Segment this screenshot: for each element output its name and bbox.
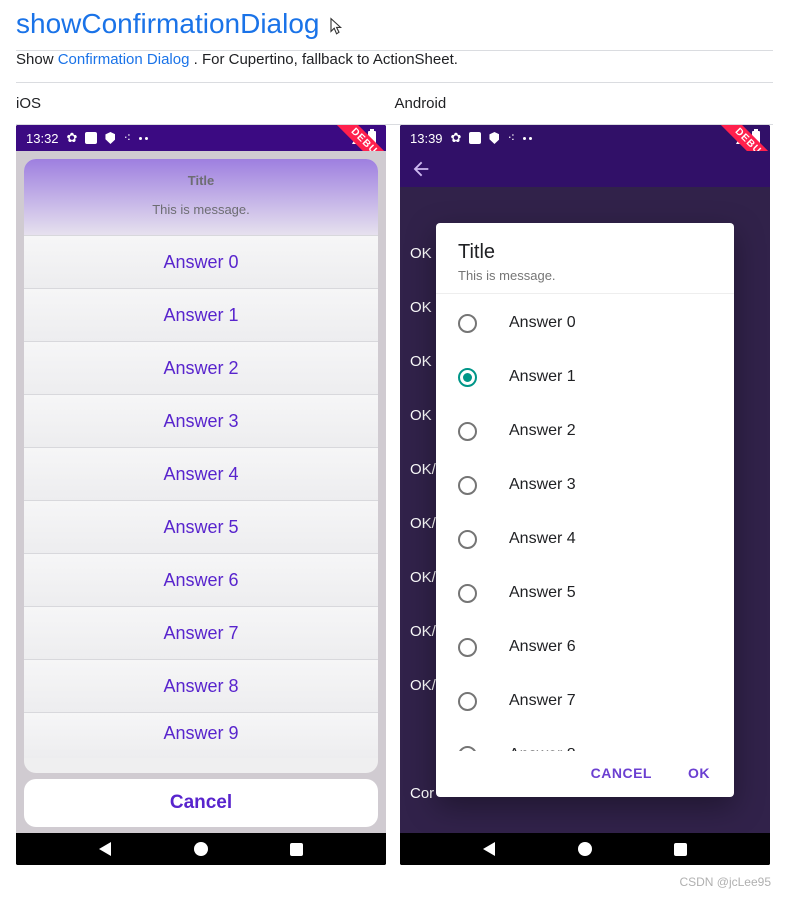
android-dialog-message: This is message. [458,268,712,283]
group-icon: ⁖ [507,130,515,146]
platform-android-label: Android [395,95,774,112]
android-answer-radio[interactable]: Answer 0 [436,296,734,350]
android-answer-list: Answer 0 Answer 1 Answer 2 Answer 3 Answ… [436,294,734,751]
android-status-bar: 13:39 ✿ ⁖ [400,125,770,151]
radio-icon [458,530,477,549]
nav-back-icon[interactable] [99,842,111,856]
ios-answer-button[interactable]: Answer 5 [24,500,378,553]
android-screenshot: 13:39 ✿ ⁖ DEBUG OK OK OK [400,125,770,865]
ios-sheet-message: This is message. [34,202,368,217]
android-answer-label: Answer 2 [509,422,576,440]
android-app-bar [400,151,770,187]
ios-answer-button[interactable]: Answer 3 [24,394,378,447]
title-text: showConfirmationDialog [16,8,319,39]
platform-ios-label: iOS [16,95,395,112]
radio-icon [458,422,477,441]
dots-icon [139,137,148,140]
android-answer-label: Answer 1 [509,368,576,386]
android-answer-radio[interactable]: Answer 4 [436,512,734,566]
gear-icon: ✿ [451,130,462,146]
cursor-icon [327,11,343,29]
square-icon [85,132,97,144]
android-scrim: OK OK OK OK OK/ OK/ OK/ OK/ OK/ o) Cor [400,187,770,833]
ios-answer-button[interactable]: Answer 9 [24,712,378,758]
android-answer-radio[interactable]: Answer 7 [436,674,734,728]
back-arrow-icon[interactable] [410,158,432,180]
desc-suffix: . For Cupertino, fallback to ActionSheet… [194,51,458,68]
radio-icon [458,584,477,603]
ios-screenshot: 13:32 ✿ ⁖ DEBUG Title This is message. A [16,125,386,865]
ios-sheet-title: Title [34,173,368,188]
square-icon [469,132,481,144]
ios-answer-button[interactable]: Answer 0 [24,235,378,288]
ios-answer-button[interactable]: Answer 6 [24,553,378,606]
nav-home-icon[interactable] [194,842,208,856]
nav-recents-icon[interactable] [290,843,303,856]
android-answer-label: Answer 5 [509,584,576,602]
radio-icon [458,746,477,752]
android-answer-radio[interactable]: Answer 3 [436,458,734,512]
android-answer-radio[interactable]: Answer 1 [436,350,734,404]
radio-icon [458,314,477,333]
nav-recents-icon[interactable] [674,843,687,856]
ios-status-bar: 13:32 ✿ ⁖ [16,125,386,151]
android-answer-label: Answer 7 [509,692,576,710]
watermark: CSDN @jcLee95 [0,871,789,899]
ios-action-sheet: Title This is message. Answer 0 Answer 1… [24,159,378,773]
android-time: 13:39 [410,131,443,146]
android-ok-button[interactable]: OK [688,765,710,781]
ios-answer-button[interactable]: Answer 4 [24,447,378,500]
shield-icon [105,132,115,144]
android-answer-radio[interactable]: Answer 2 [436,404,734,458]
ios-answer-button[interactable]: Answer 8 [24,659,378,712]
gear-icon: ✿ [67,130,78,146]
android-dialog: Title This is message. Answer 0 Answer 1… [436,223,734,797]
android-body: OK OK OK OK OK/ OK/ OK/ OK/ OK/ o) Cor [400,151,770,833]
nav-home-icon[interactable] [578,842,592,856]
android-dialog-title: Title [458,241,712,264]
ios-body: Title This is message. Answer 0 Answer 1… [16,151,386,833]
android-answer-label: Answer 3 [509,476,576,494]
ios-answer-button[interactable]: Answer 7 [24,606,378,659]
android-nav-bar [400,833,770,865]
dots-icon [523,137,532,140]
radio-icon [458,692,477,711]
ios-time: 13:32 [26,131,59,146]
group-icon: ⁖ [123,130,131,146]
android-answer-label: Answer 4 [509,530,576,548]
radio-icon [458,476,477,495]
radio-icon [458,638,477,657]
ios-sheet-header: Title This is message. [24,159,378,235]
page-title: showConfirmationDialog [0,0,789,50]
android-answer-radio[interactable]: Answer 5 [436,566,734,620]
ios-answer-button[interactable]: Answer 1 [24,288,378,341]
screenshots-row: 13:32 ✿ ⁖ DEBUG Title This is message. A [0,125,789,871]
ios-cancel-button[interactable]: Cancel [24,779,378,827]
android-answer-label: Answer 0 [509,314,576,332]
android-answer-radio[interactable]: Answer 8 [436,728,734,751]
shield-icon [489,132,499,144]
ios-answer-button[interactable]: Answer 2 [24,341,378,394]
confirmation-dialog-link[interactable]: Confirmation Dialog [58,51,190,68]
android-answer-radio[interactable]: Answer 6 [436,620,734,674]
android-dialog-actions: CANCEL OK [436,751,734,797]
platform-header-row: iOS Android [0,83,789,124]
android-dialog-header: Title This is message. [436,223,734,294]
nav-back-icon[interactable] [483,842,495,856]
doc-description: Show Confirmation Dialog . For Cupertino… [0,51,789,82]
ios-answer-list: Answer 0 Answer 1 Answer 2 Answer 3 Answ… [24,235,378,769]
android-answer-label: Answer 6 [509,638,576,656]
android-cancel-button[interactable]: CANCEL [591,765,652,781]
ios-nav-bar [16,833,386,865]
radio-icon-selected [458,368,477,387]
desc-prefix: Show [16,51,58,68]
